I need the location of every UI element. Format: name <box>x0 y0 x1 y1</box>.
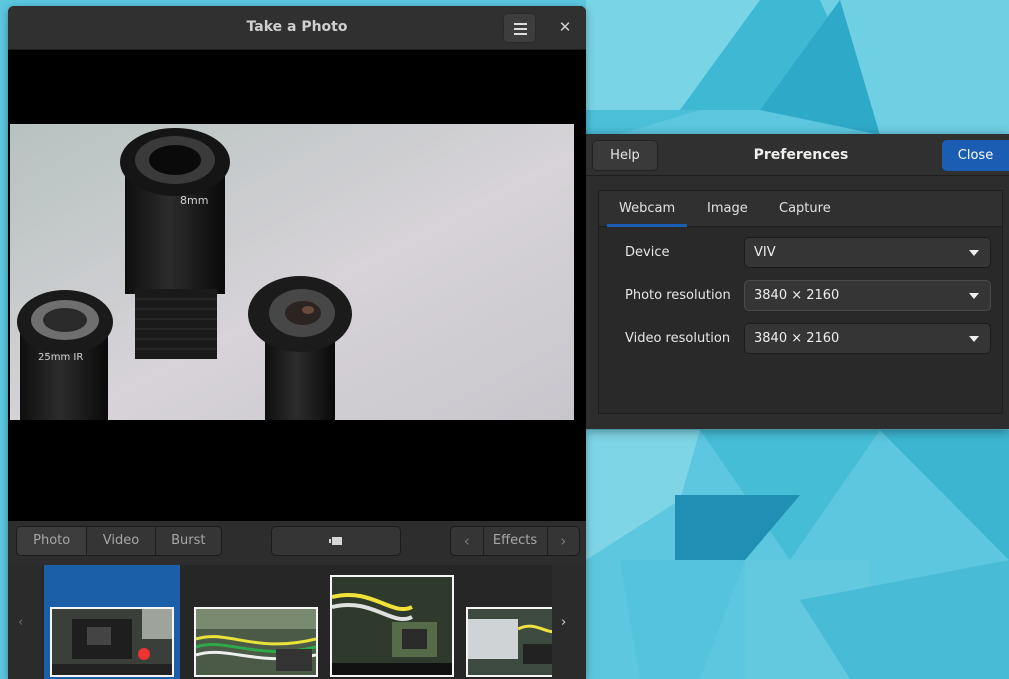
thumbnails-next-icon[interactable]: › <box>561 615 575 630</box>
help-button[interactable]: Help <box>592 140 658 171</box>
thumbnail-3[interactable] <box>330 575 454 677</box>
effects-button[interactable]: Effects <box>482 527 548 555</box>
hamburger-menu-button[interactable] <box>503 13 536 43</box>
device-combo[interactable]: VIV <box>744 237 991 268</box>
close-button[interactable]: Close <box>942 140 1009 171</box>
thumbnail-1[interactable] <box>50 607 174 677</box>
preferences-dialog: Help Preferences Close Webcam Image Capt… <box>586 134 1009 429</box>
photo-mode-button[interactable]: Photo <box>17 527 87 555</box>
burst-mode-button[interactable]: Burst <box>154 527 221 555</box>
thumbnails-prev-icon[interactable]: ‹ <box>18 615 32 630</box>
tab-capture[interactable]: Capture <box>779 201 831 216</box>
device-label: Device <box>625 245 670 260</box>
camera-shutter-icon <box>329 537 342 545</box>
window-title: Take a Photo <box>246 19 348 35</box>
tab-webcam[interactable]: Webcam <box>619 201 675 216</box>
video-resolution-combo[interactable]: 3840 × 2160 <box>744 323 991 354</box>
preferences-header: Help Preferences Close <box>586 134 1009 176</box>
camera-preview-image: 8mm 25mm IR <box>10 124 574 420</box>
thumbnail-bar: ‹ › <box>8 565 586 679</box>
photo-resolution-combo[interactable]: 3840 × 2160 <box>744 280 991 311</box>
preferences-body: Webcam Image Capture Device VIV Photo re… <box>598 190 1003 414</box>
thumbnail-strip <box>42 565 552 679</box>
camera-viewport: 8mm 25mm IR <box>8 50 586 521</box>
photo-resolution-label: Photo resolution <box>625 288 731 303</box>
effects-switcher: ‹ Effects › <box>450 526 580 556</box>
effects-next-button[interactable]: › <box>548 527 580 555</box>
close-window-button[interactable]: ✕ <box>555 17 575 37</box>
cheese-window: Take a Photo ✕ 8mm 25mm IR Photo Video B… <box>8 6 586 679</box>
photo-resolution-value: 3840 × 2160 <box>754 288 840 303</box>
tab-image[interactable]: Image <box>707 201 748 216</box>
video-resolution-label: Video resolution <box>625 331 731 346</box>
mode-switcher: Photo Video Burst <box>16 526 222 556</box>
thumbnail-4[interactable] <box>466 607 552 677</box>
device-value: VIV <box>754 245 776 260</box>
dropdown-arrow-icon <box>969 250 979 256</box>
take-photo-button[interactable] <box>271 526 401 556</box>
preferences-title: Preferences <box>753 147 849 163</box>
svg-text:25mm IR: 25mm IR <box>38 352 83 363</box>
thumbnail-2[interactable] <box>194 607 318 677</box>
video-mode-button[interactable]: Video <box>86 527 154 555</box>
tab-bar: Webcam Image Capture <box>599 191 1002 227</box>
menu-icon <box>514 23 527 25</box>
dropdown-arrow-icon <box>969 336 979 342</box>
active-tab-indicator <box>607 224 687 227</box>
video-resolution-value: 3840 × 2160 <box>754 331 840 346</box>
effects-prev-button[interactable]: ‹ <box>451 527 483 555</box>
dropdown-arrow-icon <box>969 293 979 299</box>
capture-toolbar: Photo Video Burst ‹ Effects › <box>8 521 586 565</box>
header-bar: Take a Photo ✕ <box>8 6 586 50</box>
svg-text:8mm: 8mm <box>180 194 208 207</box>
